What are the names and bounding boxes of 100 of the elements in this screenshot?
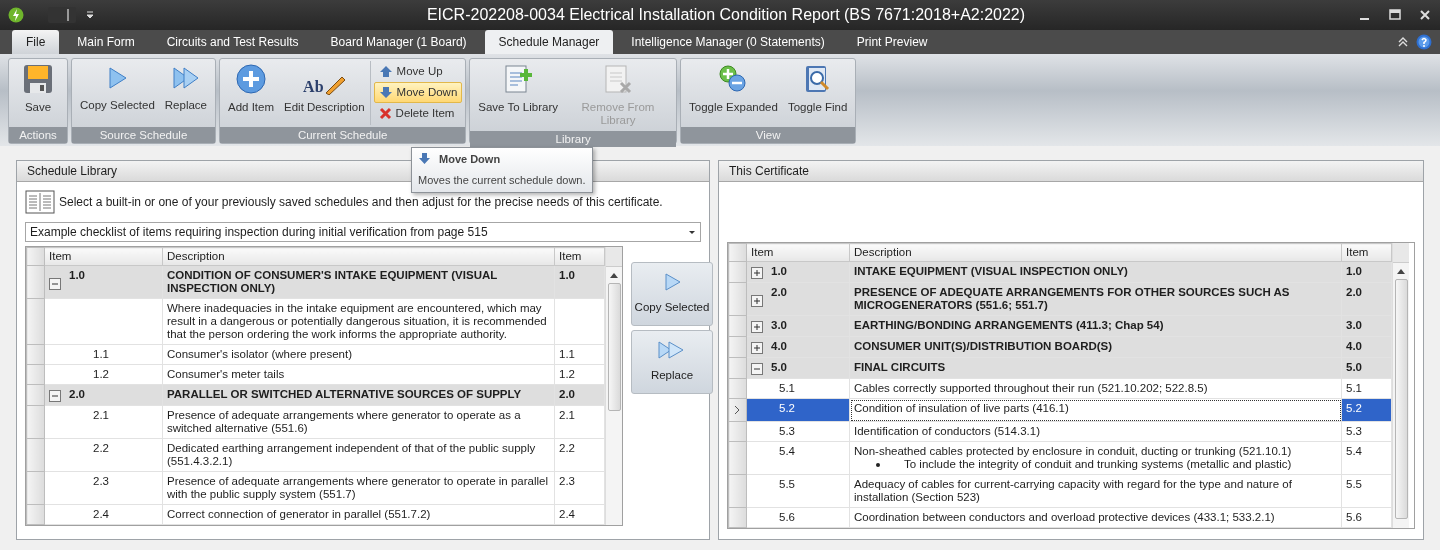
collapse-toggle-icon[interactable] xyxy=(751,363,763,375)
item-number: 2.0 xyxy=(771,286,787,300)
item-number: 2.2 xyxy=(93,442,109,454)
column-header[interactable]: Item xyxy=(1341,243,1392,262)
scroll-up-icon[interactable] xyxy=(1396,267,1406,275)
column-header[interactable]: Item xyxy=(746,243,850,262)
column-header[interactable]: Description xyxy=(162,247,555,266)
row-header[interactable] xyxy=(728,398,747,422)
row-header[interactable] xyxy=(26,405,45,439)
row-header[interactable] xyxy=(26,471,45,505)
scroll-up-icon[interactable] xyxy=(609,271,619,279)
item-description: Adequacy of cables for current-carrying capacity with regard for the type and nature of installation (Section 523) xyxy=(854,478,1293,504)
scrollbar[interactable] xyxy=(605,247,622,525)
item-description: INTAKE EQUIPMENT (VISUAL INSPECTION ONLY) xyxy=(854,265,1129,278)
expand-toggle-icon[interactable] xyxy=(751,267,763,279)
ribbon-tab[interactable]: Main Form xyxy=(63,30,149,54)
item-number: 5.6 xyxy=(779,511,795,523)
row-header[interactable] xyxy=(26,265,45,299)
delete-icon xyxy=(378,107,392,120)
ribbon-tab[interactable]: Schedule Manager xyxy=(484,30,614,54)
bullet-icon xyxy=(876,463,880,467)
ribbon-button[interactable]: Move Up xyxy=(373,61,463,82)
collapse-toggle-icon[interactable] xyxy=(49,278,61,290)
item-number: 5.1 xyxy=(779,382,795,394)
column-header[interactable]: Description xyxy=(849,243,1342,262)
row-header[interactable] xyxy=(728,441,747,475)
column-header[interactable]: Item xyxy=(554,247,605,266)
ribbon-button[interactable]: Delete Item xyxy=(373,103,463,124)
file-menu-button[interactable]: File xyxy=(12,30,60,54)
item-description: Non-sheathed cables protected by enclosure in conduit, ducting or trunking (521.10.1) xyxy=(854,445,1293,458)
help-icon[interactable] xyxy=(1416,34,1432,50)
item-reference: 1.2 xyxy=(559,368,575,380)
ribbon-button[interactable]: Toggle Expanded xyxy=(684,61,783,125)
ribbon-button[interactable]: Toggle Find xyxy=(782,61,853,125)
item-reference: 2.3 xyxy=(559,475,575,487)
collapse-ribbon-icon[interactable] xyxy=(1398,37,1408,47)
panel-title: Schedule Library xyxy=(27,164,118,178)
item-reference: 5.3 xyxy=(1346,425,1362,437)
item-reference: 1.1 xyxy=(559,348,575,360)
expand-toggle-icon[interactable] xyxy=(751,295,763,307)
item-description: FINAL CIRCUITS xyxy=(854,361,947,374)
ribbon-tab[interactable]: Intelligence Manager (0 Statements) xyxy=(617,30,839,54)
bullet-text: To include the integrity of conduit and trunking systems (metallic and plastic) xyxy=(854,458,1337,471)
row-header[interactable] xyxy=(26,344,45,365)
item-description: Identification of conductors (514.3.1) xyxy=(854,425,1042,438)
item-number: 1.1 xyxy=(93,348,109,360)
row-header[interactable] xyxy=(728,378,747,399)
ribbon-button[interactable]: Replace xyxy=(159,61,212,125)
row-header[interactable] xyxy=(26,438,45,472)
row-header[interactable] xyxy=(26,384,45,406)
item-description: PRESENCE OF ADEQUATE ARRANGEMENTS FOR OTHER SOURCES SUCH AS MICROGENERATORS (551.6; 551.7) xyxy=(854,286,1291,312)
row-header[interactable] xyxy=(728,507,747,528)
item-number: 2.1 xyxy=(93,409,109,421)
item-number: 3.0 xyxy=(771,319,787,333)
ribbon-button[interactable]: Move Down xyxy=(373,82,463,103)
item-number: 5.3 xyxy=(779,425,795,437)
ribbon-tab[interactable]: Print Preview xyxy=(842,30,942,54)
item-description: Condition of insulation of live parts (416.1) xyxy=(854,402,1070,415)
item-reference: 2.1 xyxy=(559,409,575,421)
item-reference: 1.0 xyxy=(559,269,575,281)
group-label: View xyxy=(681,127,856,143)
collapse-toggle-icon[interactable] xyxy=(49,390,61,402)
customize-dropdown-icon[interactable] xyxy=(86,11,94,19)
row-header[interactable] xyxy=(26,298,45,345)
item-number: 1.0 xyxy=(771,265,787,279)
item-reference: 5.4 xyxy=(1346,445,1362,457)
ribbon-button[interactable]: Copy Selected xyxy=(75,61,160,125)
item-number: 5.0 xyxy=(771,361,787,375)
item-number: 2.3 xyxy=(93,475,109,487)
column-header[interactable]: Item xyxy=(44,247,163,266)
close-icon[interactable] xyxy=(1418,8,1432,22)
group-label: Current Schedule xyxy=(220,127,466,143)
ribbon-button[interactable]: Save xyxy=(12,61,64,125)
item-reference: 5.5 xyxy=(1346,478,1362,490)
row-header[interactable] xyxy=(26,364,45,385)
group-label: Actions xyxy=(9,127,67,143)
row-header[interactable] xyxy=(728,474,747,508)
row-header[interactable] xyxy=(26,504,45,525)
document-add-icon xyxy=(502,63,535,95)
maximize-icon[interactable] xyxy=(1388,8,1402,22)
ribbon-tab[interactable]: Board Manager (1 Board) xyxy=(316,30,481,54)
schedule-dropdown[interactable]: Example checklist of items requiring inspection during initial verification from page 515 xyxy=(25,222,701,242)
side-button[interactable]: Copy Selected xyxy=(631,262,713,326)
item-reference: 3.0 xyxy=(1346,319,1362,331)
ribbon-tab[interactable]: Circuits and Test Results xyxy=(152,30,313,54)
ribbon-button[interactable]: Ab Edit Description xyxy=(279,61,370,125)
item-description: Coordination between conductors and overload protective devices (433.1; 533.2.1) xyxy=(854,511,1276,524)
item-reference: 2.0 xyxy=(559,388,575,400)
group-label: Source Schedule xyxy=(72,127,215,143)
side-button[interactable]: Replace xyxy=(631,330,713,394)
ribbon-button[interactable]: Add Item xyxy=(223,61,280,125)
item-description: Cables correctly supported throughout their run (521.10.202; 522.8.5) xyxy=(854,382,1209,395)
row-header[interactable] xyxy=(728,421,747,442)
schedule-book-icon xyxy=(25,190,55,214)
ribbon-button[interactable]: Save To Library xyxy=(473,61,563,129)
arrow-down-icon xyxy=(378,86,393,99)
expand-toggle-icon[interactable] xyxy=(751,342,763,354)
scrollbar[interactable] xyxy=(1392,243,1409,528)
item-description: CONDITION OF CONSUMER'S INTAKE EQUIPMENT (VISUAL INSPECTION ONLY) xyxy=(167,269,499,295)
expand-toggle-icon[interactable] xyxy=(751,321,763,333)
